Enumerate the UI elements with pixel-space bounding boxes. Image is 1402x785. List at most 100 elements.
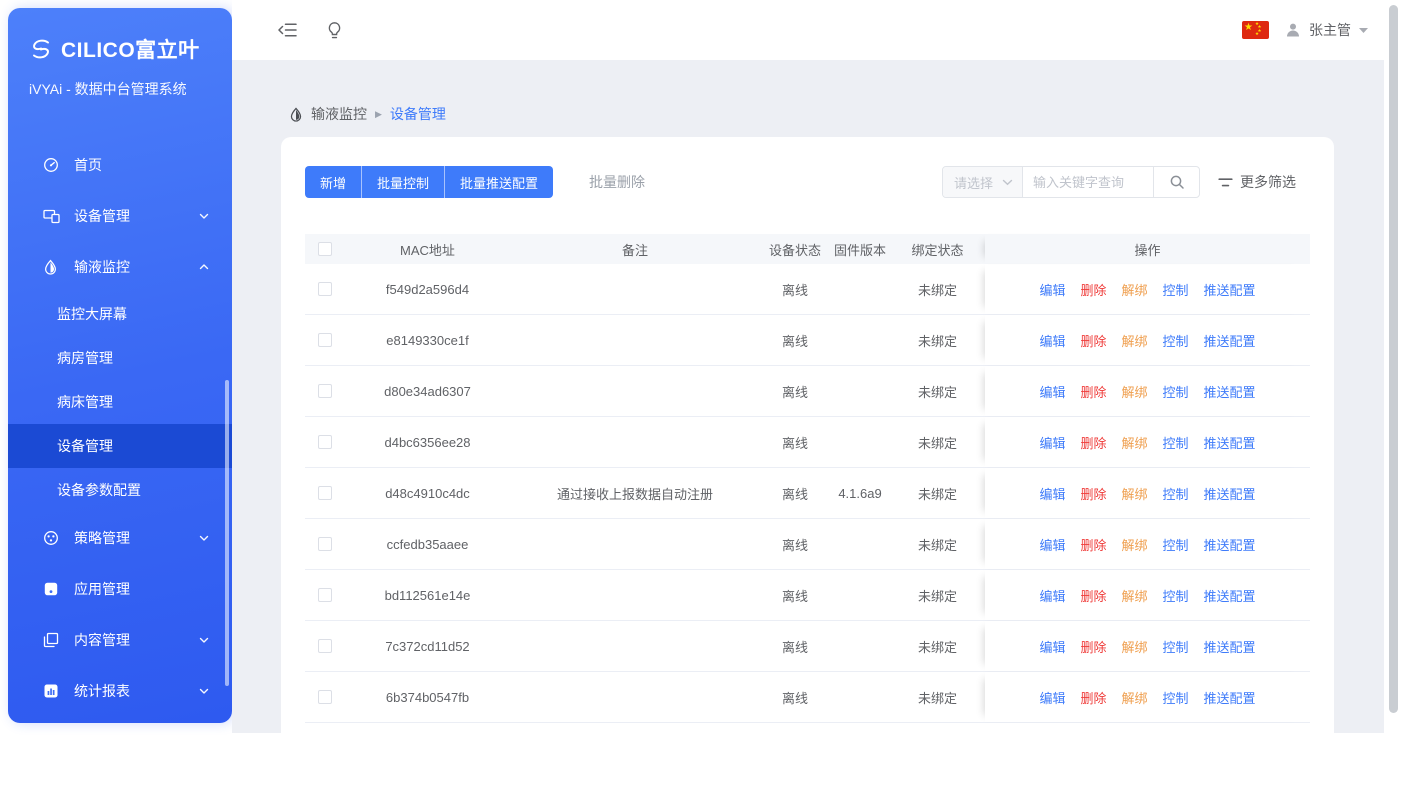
sidebar-subitem[interactable]: 监控大屏幕 [8,292,232,336]
action-push-config[interactable]: 推送配置 [1204,331,1256,350]
status-cell: 离线 [760,280,830,299]
action-unbind[interactable]: 解绑 [1121,637,1147,656]
devices-icon [43,208,61,224]
action-push-config[interactable]: 推送配置 [1204,280,1256,299]
sidebar-item-content[interactable]: 内容管理 [8,614,232,665]
action-unbind[interactable]: 解绑 [1121,280,1147,299]
action-control[interactable]: 控制 [1163,280,1189,299]
action-edit[interactable]: 编辑 [1039,688,1065,707]
collapse-sidebar-icon[interactable] [278,22,297,38]
action-push-config[interactable]: 推送配置 [1204,382,1256,401]
status-cell: 离线 [760,637,830,656]
row-checkbox[interactable] [318,282,332,296]
batch-control-button[interactable]: 批量控制 [361,166,444,198]
action-control[interactable]: 控制 [1163,688,1189,707]
sidebar-subitem[interactable]: 病房管理 [8,336,232,380]
page-scrollbar[interactable] [1389,5,1398,713]
action-edit[interactable]: 编辑 [1039,331,1065,350]
row-checkbox[interactable] [318,588,332,602]
action-push-config[interactable]: 推送配置 [1204,433,1256,452]
sidebar-item-reports[interactable]: 统计报表 [8,665,232,716]
action-edit[interactable]: 编辑 [1039,586,1065,605]
action-unbind[interactable]: 解绑 [1121,688,1147,707]
sidebar-item-strategy[interactable]: 策略管理 [8,512,232,563]
action-edit[interactable]: 编辑 [1039,382,1065,401]
action-delete[interactable]: 删除 [1080,280,1106,299]
filter-select-value: 请选择 [954,173,993,192]
mac-cell: d80e34ad6307 [345,384,510,399]
sidebar-subitem[interactable]: 病床管理 [8,380,232,424]
sidebar-scrollbar[interactable] [225,380,229,686]
action-push-config[interactable]: 推送配置 [1204,586,1256,605]
action-cell: 编辑删除解绑控制推送配置 [985,519,1310,569]
action-control[interactable]: 控制 [1163,433,1189,452]
keyword-search-input[interactable] [1023,167,1153,197]
sidebar: CILICO富立叶 iVYAi - 数据中台管理系统 首页设备管理输液监控监控大… [8,8,232,723]
table-row: d4bc6356ee28离线未绑定编辑删除解绑控制推送配置 [305,417,1310,468]
sidebar-item-home[interactable]: 首页 [8,139,232,190]
row-checkbox[interactable] [318,486,332,500]
sidebar-subitem[interactable]: 设备参数配置 [8,468,232,512]
status-cell: 离线 [760,382,830,401]
action-edit[interactable]: 编辑 [1039,637,1065,656]
action-control[interactable]: 控制 [1163,382,1189,401]
status-cell: 离线 [760,586,830,605]
brand-logo: CILICO富立叶 [28,34,216,64]
bind-status-cell: 未绑定 [890,637,985,656]
sidebar-subitem[interactable]: 设备管理 [8,424,232,468]
table-body: f549d2a596d4离线未绑定编辑删除解绑控制推送配置e8149330ce1… [305,264,1310,723]
action-edit[interactable]: 编辑 [1039,433,1065,452]
action-unbind[interactable]: 解绑 [1121,586,1147,605]
filter-select[interactable]: 请选择 [943,167,1023,197]
row-checkbox[interactable] [318,639,332,653]
action-push-config[interactable]: 推送配置 [1204,688,1256,707]
lightbulb-icon[interactable] [327,21,342,40]
action-delete[interactable]: 删除 [1080,688,1106,707]
batch-delete-button[interactable]: 批量删除 [589,172,645,192]
more-filter-button[interactable]: 更多筛选 [1218,172,1296,192]
action-control[interactable]: 控制 [1163,586,1189,605]
search-cluster: 请选择 [942,166,1296,198]
action-control[interactable]: 控制 [1163,331,1189,350]
user-menu[interactable]: 张主管 [1285,20,1368,40]
action-delete[interactable]: 删除 [1080,484,1106,503]
action-unbind[interactable]: 解绑 [1121,535,1147,554]
mac-cell: d48c4910c4dc [345,486,510,501]
action-edit[interactable]: 编辑 [1039,280,1065,299]
action-control[interactable]: 控制 [1163,535,1189,554]
row-checkbox[interactable] [318,333,332,347]
action-control[interactable]: 控制 [1163,484,1189,503]
action-delete[interactable]: 删除 [1080,535,1106,554]
brand-subtitle: iVYAi - 数据中台管理系统 [29,79,232,99]
sidebar-item-infusion-monitor[interactable]: 输液监控 [8,241,232,292]
chevron-down-icon [198,532,210,544]
breadcrumb-current[interactable]: 设备管理 [390,104,446,124]
action-push-config[interactable]: 推送配置 [1204,637,1256,656]
sidebar-item-apps[interactable]: 应用管理 [8,563,232,614]
china-flag-icon[interactable]: ★ ★ ★ ★ ★ [1242,21,1269,39]
action-unbind[interactable]: 解绑 [1121,382,1147,401]
action-unbind[interactable]: 解绑 [1121,484,1147,503]
action-delete[interactable]: 删除 [1080,586,1106,605]
action-push-config[interactable]: 推送配置 [1204,484,1256,503]
row-checkbox[interactable] [318,690,332,704]
action-delete[interactable]: 删除 [1080,433,1106,452]
action-delete[interactable]: 删除 [1080,331,1106,350]
strategy-icon [43,530,61,546]
add-button[interactable]: 新增 [305,166,361,198]
select-all-checkbox[interactable] [318,242,332,256]
action-edit[interactable]: 编辑 [1039,535,1065,554]
row-checkbox[interactable] [318,384,332,398]
row-checkbox[interactable] [318,435,332,449]
row-checkbox[interactable] [318,537,332,551]
sidebar-item-device-mgmt[interactable]: 设备管理 [8,190,232,241]
action-delete[interactable]: 删除 [1080,637,1106,656]
batch-push-config-button[interactable]: 批量推送配置 [444,166,553,198]
search-button[interactable] [1153,167,1199,197]
action-control[interactable]: 控制 [1163,637,1189,656]
action-unbind[interactable]: 解绑 [1121,331,1147,350]
action-unbind[interactable]: 解绑 [1121,433,1147,452]
action-delete[interactable]: 删除 [1080,382,1106,401]
action-push-config[interactable]: 推送配置 [1204,535,1256,554]
action-edit[interactable]: 编辑 [1039,484,1065,503]
